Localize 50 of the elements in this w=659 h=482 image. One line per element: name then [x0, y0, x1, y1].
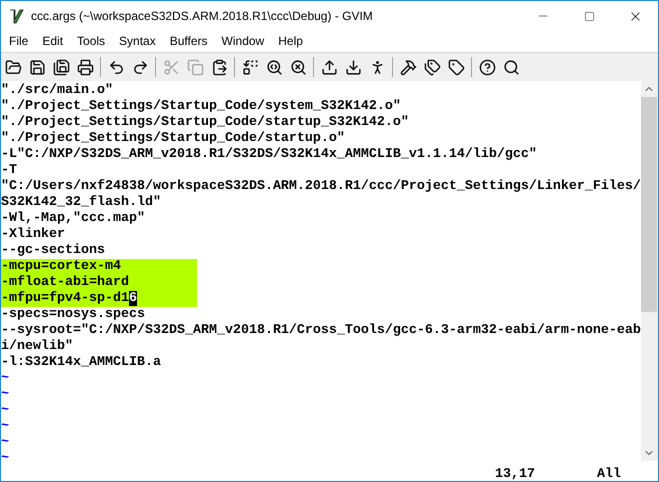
- help-icon[interactable]: [478, 58, 496, 76]
- code-line: -specs=nosys.specs: [1, 307, 145, 323]
- code-line: "./Project_Settings/Startup_Code/system_S32K142.o": [1, 99, 401, 115]
- menu-item[interactable]: Help: [271, 31, 310, 52]
- menu-item[interactable]: Tools: [70, 31, 112, 52]
- code-line: "./Project_Settings/Startup_Code/startup_S32K142.o": [1, 115, 409, 131]
- empty-line-marker: ~: [1, 387, 9, 403]
- maximize-icon[interactable]: [584, 10, 594, 22]
- menu-item[interactable]: Syntax: [112, 31, 163, 52]
- tags-icon[interactable]: [423, 58, 441, 76]
- code-line: "./src/main.o": [1, 83, 113, 99]
- code-line: --sysroot="C:/NXP/S32DS_ARM_v2018.R1/Cross_Tools/gcc-6.3-arm32-eabi/arm-none-eab: [1, 323, 641, 339]
- empty-line-marker: ~: [1, 403, 9, 419]
- code-line: -T: [1, 163, 17, 179]
- upload-icon[interactable]: [320, 58, 338, 76]
- menu-item[interactable]: Buffers: [162, 31, 215, 52]
- cursor-position: 13,17: [495, 467, 535, 481]
- code-line: S32K142_32_flash.ld": [1, 195, 161, 211]
- download-icon[interactable]: [344, 58, 362, 76]
- scroll-position: All: [597, 467, 621, 481]
- vim-logo-icon: [8, 8, 24, 24]
- empty-line-marker: ~: [1, 451, 9, 467]
- empty-line-marker: ~: [1, 419, 9, 435]
- code-line: --gc-sections: [1, 243, 105, 259]
- scrollbar[interactable]: [640, 81, 658, 461]
- tag-icon[interactable]: [447, 58, 465, 76]
- scrollbar-thumb[interactable]: [641, 97, 658, 312]
- code-line: i/newlib": [1, 339, 73, 355]
- code-line: -Wl,-Map,"ccc.map": [1, 211, 145, 227]
- folder-open-icon[interactable]: [4, 58, 22, 76]
- code-line: "C:/Users/nxf24838/workspaceS32DS.ARM.2018.R1/ccc/Project_Settings/Linker_Files/: [1, 179, 641, 195]
- menu-item[interactable]: File: [2, 31, 36, 52]
- menu-item[interactable]: Window: [214, 31, 272, 52]
- cursor: 6: [128, 291, 137, 306]
- empty-line-marker: ~: [1, 371, 9, 387]
- code-line: -l:S32K14x_AMMCLIB.a: [1, 355, 161, 371]
- menu-item[interactable]: Edit: [35, 31, 70, 52]
- redo-icon[interactable]: [131, 58, 149, 76]
- code-line: -L"C:/NXP/S32DS_ARM_v2018.R1/S32DS/S32K14x_AMMCLIB_v1.1.14/lib/gcc": [1, 147, 537, 163]
- code-line: -Xlinker: [1, 227, 65, 243]
- floppy-disks-icon[interactable]: [52, 58, 70, 76]
- clipboard-icon[interactable]: [210, 58, 228, 76]
- hammer-icon[interactable]: [399, 58, 417, 76]
- printer-icon[interactable]: [76, 58, 94, 76]
- empty-line-marker: ~: [1, 435, 9, 451]
- replace-icon[interactable]: [241, 58, 259, 76]
- code-line: "./Project_Settings/Startup_Code/startup.o": [1, 131, 345, 147]
- search-icon[interactable]: [502, 58, 520, 76]
- undo-icon[interactable]: [107, 58, 125, 76]
- window-title: ccc.args (~\workspaceS32DS.ARM.2018.R1\ccc\Debug) - GVIM: [31, 8, 373, 25]
